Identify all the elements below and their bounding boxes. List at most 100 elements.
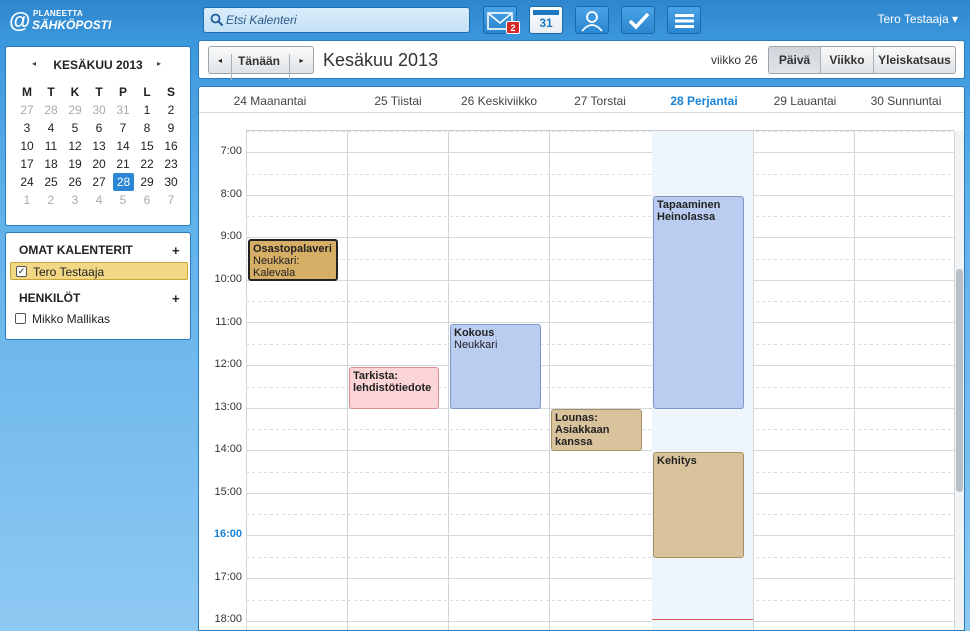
mini-day[interactable]: 22 [135, 155, 159, 173]
mini-day[interactable]: 26 [63, 173, 87, 191]
contacts-button[interactable] [575, 6, 609, 34]
calendar-button[interactable]: 31 [529, 6, 563, 34]
weekday-header: S [166, 85, 175, 99]
mini-day[interactable]: 2 [39, 191, 63, 209]
mini-day[interactable]: 30 [159, 173, 183, 191]
mail-button[interactable]: 2 [483, 6, 520, 34]
mini-day[interactable]: 25 [39, 173, 63, 191]
mini-day[interactable]: 18 [39, 155, 63, 173]
checkbox-checked-icon[interactable]: ✓ [16, 266, 27, 277]
user-menu[interactable]: Tero Testaaja ▾ [877, 12, 958, 26]
prev-week-button[interactable]: ◂ [209, 54, 232, 80]
mini-day[interactable]: 11 [39, 137, 63, 155]
mini-day[interactable]: 14 [111, 137, 135, 155]
view-week-button[interactable]: Viikko [821, 47, 874, 73]
mini-day[interactable]: 20 [87, 155, 111, 173]
event-tapaaminen[interactable]: Tapaaminen Heinolassa [653, 196, 744, 409]
calendars-panel: OMAT KALENTERIT + ✓ Tero Testaaja HENKIL… [5, 232, 191, 340]
event-lounas[interactable]: Lounas: Asiakkaan kanssa [551, 409, 642, 451]
mini-day[interactable]: 24 [15, 173, 39, 191]
mini-day[interactable]: 12 [63, 137, 87, 155]
current-hour-label: 16:00 [213, 528, 242, 540]
person-item-label: Mikko Mallikas [32, 312, 111, 326]
user-name: Tero Testaaja [877, 12, 949, 26]
mini-day[interactable]: 6 [135, 191, 159, 209]
next-week-button[interactable]: ▸ [289, 54, 313, 80]
mini-day[interactable]: 1 [15, 191, 39, 209]
half-hour-gridline [246, 301, 954, 302]
mini-day-selected[interactable]: 28 [113, 173, 134, 191]
scrollbar-thumb[interactable] [956, 269, 963, 492]
mini-day[interactable]: 27 [87, 173, 111, 191]
mini-day[interactable]: 7 [111, 119, 135, 137]
menu-button[interactable] [667, 6, 701, 34]
chevron-down-icon: ▾ [951, 12, 958, 26]
day-header-today[interactable]: 28 Perjantai [653, 94, 755, 108]
mini-day[interactable]: 10 [15, 137, 39, 155]
hour-label: 10:00 [214, 273, 242, 285]
mini-day[interactable]: 13 [87, 137, 111, 155]
checkbox-unchecked-icon[interactable] [15, 313, 26, 324]
mini-day[interactable]: 5 [63, 119, 87, 137]
day-headers: 24 Maanantai 25 Tiistai 26 Keskiviikko 2… [199, 87, 964, 113]
search-input[interactable] [226, 11, 464, 29]
day-header[interactable]: 26 Keskiviikko [448, 94, 550, 108]
event-kehitys[interactable]: Kehitys [653, 452, 744, 558]
mini-day[interactable]: 31 [111, 101, 135, 119]
mini-day[interactable]: 9 [159, 119, 183, 137]
mini-day[interactable]: 7 [159, 191, 183, 209]
search-box [203, 7, 470, 33]
mini-day[interactable]: 29 [135, 173, 159, 191]
mini-day[interactable]: 8 [135, 119, 159, 137]
mini-day[interactable]: 5 [111, 191, 135, 209]
hour-gridline [246, 493, 954, 494]
mini-day[interactable]: 6 [87, 119, 111, 137]
hour-label: 14:00 [214, 443, 242, 455]
mini-day[interactable]: 4 [87, 191, 111, 209]
weekday-header: L [143, 85, 151, 99]
mini-day[interactable]: 29 [63, 101, 87, 119]
event-osastopalaveri[interactable]: Osastopalaveri Neukkari: Kalevala [248, 239, 338, 281]
mini-day[interactable]: 16 [159, 137, 183, 155]
vertical-scrollbar[interactable] [955, 131, 964, 630]
half-hour-gridline [246, 557, 954, 558]
day-header[interactable]: 30 Sunnuntai [855, 94, 957, 108]
calendar-item-tero[interactable]: ✓ Tero Testaaja [10, 262, 188, 280]
event-kokous[interactable]: Kokous Neukkari [450, 324, 541, 409]
day-header[interactable]: 29 Lauantai [754, 94, 856, 108]
day-header[interactable]: 25 Tiistai [347, 94, 449, 108]
calendar-item-label: Tero Testaaja [33, 265, 105, 279]
add-calendar-icon[interactable]: + [172, 243, 180, 258]
mini-day[interactable]: 3 [63, 191, 87, 209]
event-title: Lounas: Asiakkaan kanssa [555, 412, 610, 448]
checkmark-icon [628, 12, 650, 30]
mini-day[interactable]: 30 [87, 101, 111, 119]
mini-day[interactable]: 17 [15, 155, 39, 173]
mini-next-month-icon[interactable]: ▸ [157, 59, 161, 68]
view-day-button[interactable]: Päivä [769, 47, 821, 73]
all-day-row[interactable] [246, 113, 954, 131]
today-button[interactable]: Tänään [238, 54, 280, 68]
mini-day[interactable]: 4 [39, 119, 63, 137]
mini-day[interactable]: 28 [39, 101, 63, 119]
person-item-mikko[interactable]: Mikko Mallikas [10, 310, 188, 328]
people-heading: HENKILÖT [19, 291, 81, 305]
mini-day[interactable]: 2 [159, 101, 183, 119]
week-view: 24 Maanantai 25 Tiistai 26 Keskiviikko 2… [198, 86, 965, 631]
mini-day[interactable]: 19 [63, 155, 87, 173]
mini-day[interactable]: 1 [135, 101, 159, 119]
tasks-button[interactable] [621, 6, 655, 34]
half-hour-gridline [246, 131, 954, 132]
day-header[interactable]: 27 Torstai [549, 94, 651, 108]
hour-gridline [246, 535, 954, 536]
mini-day[interactable]: 27 [15, 101, 39, 119]
event-tarkista[interactable]: Tarkista: lehdistötiedote [349, 367, 439, 409]
mini-day[interactable]: 21 [111, 155, 135, 173]
view-overview-button[interactable]: Yleiskatsaus [874, 47, 955, 73]
time-grid[interactable]: 7:00 8:00 9:00 10:00 11:00 12:00 13:00 1… [199, 131, 955, 630]
add-person-icon[interactable]: + [172, 291, 180, 306]
day-header[interactable]: 24 Maanantai [219, 94, 321, 108]
mini-day[interactable]: 3 [15, 119, 39, 137]
mini-day[interactable]: 15 [135, 137, 159, 155]
mini-day[interactable]: 23 [159, 155, 183, 173]
